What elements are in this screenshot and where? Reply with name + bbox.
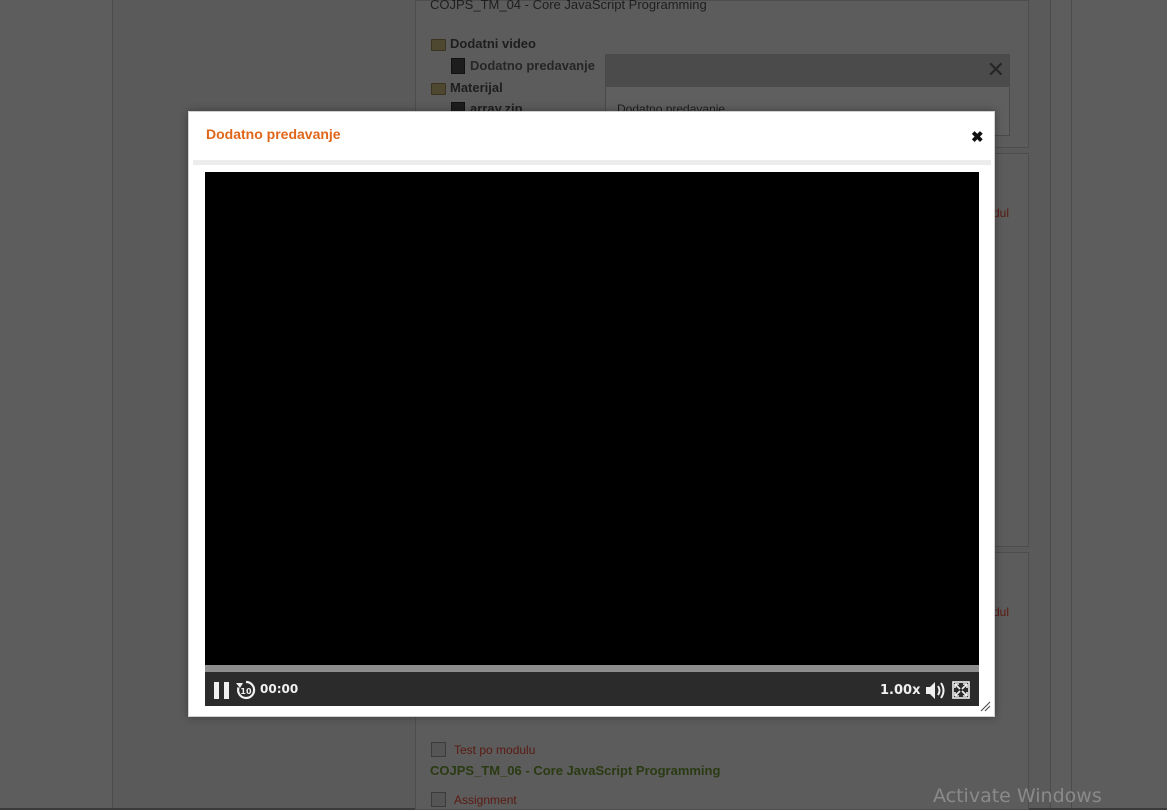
video-player[interactable]: 10 00:00 1.00x bbox=[205, 172, 979, 706]
activate-windows-watermark: Activate Windows bbox=[933, 785, 1102, 807]
rewind-10-icon[interactable]: 10 bbox=[235, 679, 257, 701]
module-link-fragment[interactable]: dul bbox=[993, 605, 1009, 619]
film-icon bbox=[451, 58, 465, 74]
close-icon[interactable]: ✖ bbox=[971, 130, 984, 145]
checkbox-icon bbox=[431, 742, 446, 757]
close-icon[interactable]: ✕ bbox=[987, 59, 1005, 81]
progress-bar[interactable] bbox=[205, 665, 979, 672]
folder-dodatni-video[interactable]: Dodatni video bbox=[450, 36, 536, 51]
list-icon bbox=[431, 792, 446, 807]
tooltip-header: ✕ bbox=[606, 55, 1009, 87]
modal-divider bbox=[193, 160, 991, 165]
folder-materijal[interactable]: Materijal bbox=[450, 80, 503, 95]
video-modal: Dodatno predavanje ✖ 10 00:00 1.00x bbox=[188, 111, 995, 717]
volume-icon[interactable] bbox=[924, 681, 946, 700]
test-po-modulu-link[interactable]: Test po modulu bbox=[454, 743, 535, 757]
current-time: 00:00 bbox=[260, 682, 299, 696]
player-controls: 10 00:00 1.00x bbox=[205, 672, 979, 706]
right-divider bbox=[1071, 0, 1072, 808]
fullscreen-icon[interactable] bbox=[952, 681, 970, 699]
module-link-fragment[interactable]: dul bbox=[993, 206, 1009, 220]
svg-text:10: 10 bbox=[240, 687, 252, 696]
folder-icon bbox=[431, 83, 446, 95]
assignment-link[interactable]: Assignment bbox=[454, 793, 517, 807]
course-title-04: COJPS_TM_04 - Core JavaScript Programmin… bbox=[430, 0, 707, 12]
playback-speed-button[interactable]: 1.00x bbox=[880, 683, 920, 698]
modal-title: Dodatno predavanje bbox=[206, 126, 341, 142]
resize-handle-icon[interactable] bbox=[979, 700, 991, 712]
folder-icon bbox=[431, 39, 446, 51]
pause-button[interactable] bbox=[214, 682, 229, 699]
item-dodatno-predavanje[interactable]: Dodatno predavanje bbox=[470, 58, 595, 73]
course-title-06: COJPS_TM_06 - Core JavaScript Programmin… bbox=[430, 763, 721, 778]
